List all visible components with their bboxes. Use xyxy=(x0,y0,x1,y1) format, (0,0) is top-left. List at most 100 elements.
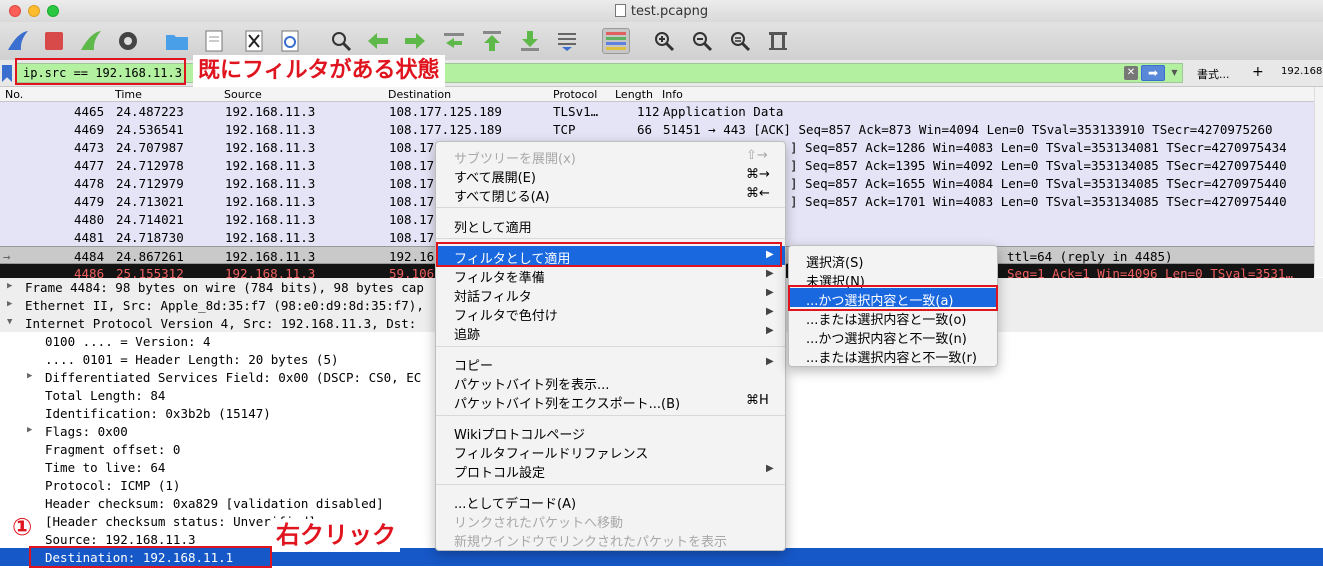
go-to-packet-button[interactable] xyxy=(440,28,468,54)
colorize-icon xyxy=(606,32,626,50)
filter-highlight-box xyxy=(15,58,186,85)
filter-annotation-text: 既にフィルタがある状態 xyxy=(198,58,440,83)
window-title: test.pcapng xyxy=(0,4,1323,19)
menu-item-collapse-all[interactable]: すべて閉じる(A) ⌘← xyxy=(436,184,785,205)
packet-row[interactable]: 4465 24.487223 192.168.11.3 108.177.125.189… xyxy=(0,102,1314,120)
save-file-button[interactable] xyxy=(200,28,228,54)
apply-filter-button[interactable]: ➡ xyxy=(1141,65,1165,81)
step-number-label: ① xyxy=(10,512,35,542)
autoscroll-button[interactable] xyxy=(553,28,581,54)
menu-item-expand-subtree[interactable]: サブツリーを展開(x) ⇧→ xyxy=(436,146,785,167)
submenu-item-and-not-selected[interactable]: ...かつ選択内容と不一致(n) xyxy=(789,326,997,347)
go-forward-button[interactable] xyxy=(401,28,429,54)
first-packet-button[interactable] xyxy=(478,28,506,54)
menu-item-protocol-preferences[interactable]: プロトコル設定 ▶ xyxy=(436,460,785,481)
gear-icon xyxy=(119,32,137,50)
context-menu: サブツリーを展開(x) ⇧→ すべて展開(E) ⌘→ すべて閉じる(A) ⌘← 列とし… xyxy=(435,141,786,551)
menu-item-show-linked-packet-in-new-window[interactable]: 新規ウインドウでリンクされたパケットを表示 xyxy=(436,529,785,550)
filter-annotation-label: 既にフィルタがある状態 xyxy=(193,55,445,87)
document-icon xyxy=(614,4,626,17)
folder-icon xyxy=(166,35,188,50)
zoom-reset-button[interactable] xyxy=(726,28,754,54)
expand-arrow-icon[interactable]: ▶ xyxy=(27,371,32,381)
arrow-left-icon xyxy=(368,33,388,49)
capture-options-button[interactable] xyxy=(114,28,142,54)
col-source-header[interactable]: Source xyxy=(224,88,262,101)
expand-arrow-icon[interactable]: ▶ xyxy=(7,299,12,309)
request-arrow-icon: → xyxy=(3,249,11,264)
zoom-out-icon xyxy=(693,32,713,52)
clear-filter-icon[interactable]: ✕ xyxy=(1124,66,1138,80)
add-filter-button[interactable]: + xyxy=(1252,64,1264,80)
expand-arrow-icon[interactable]: ▶ xyxy=(7,281,12,291)
restart-fin-icon xyxy=(81,31,101,50)
and-selected-highlight-box xyxy=(788,285,998,311)
menu-item-copy[interactable]: コピー ▶ xyxy=(436,353,785,374)
stop-capture-button[interactable] xyxy=(40,28,68,54)
menu-item-wiki-protocol-page[interactable]: Wikiプロトコルページ xyxy=(436,422,785,443)
menu-item-expand-all[interactable]: すべて展開(E) ⌘→ xyxy=(436,165,785,186)
close-file-button[interactable] xyxy=(240,28,268,54)
col-no-header[interactable]: No. xyxy=(5,88,23,101)
packet-row[interactable]: 4469 24.536541 192.168.11.3 108.177.125.189… xyxy=(0,120,1314,138)
menu-item-colorize-with-filter[interactable]: フィルタで色付け ▶ xyxy=(436,303,785,324)
restart-capture-button[interactable] xyxy=(77,28,105,54)
collapse-arrow-icon[interactable]: ▼ xyxy=(7,317,12,327)
zoom-in-button[interactable] xyxy=(650,28,678,54)
arrow-right-icon xyxy=(405,33,425,49)
submenu-item-or-not-selected[interactable]: ...または選択内容と不一致(r) xyxy=(789,345,997,366)
menu-item-conversation-filter[interactable]: 対話フィルタ ▶ xyxy=(436,284,785,305)
menu-item-follow[interactable]: 追跡 ▶ xyxy=(436,322,785,343)
menu-item-decode-as[interactable]: ...としてデコード(A) xyxy=(436,491,785,512)
close-file-icon xyxy=(245,30,263,52)
menu-item-prepare-filter[interactable]: フィルタを準備 ▶ xyxy=(436,265,785,286)
filter-format-button[interactable]: 書式... xyxy=(1197,66,1230,82)
apply-as-filter-highlight-box xyxy=(436,242,782,267)
submenu-arrow-icon: ▶ xyxy=(766,306,774,317)
autoscroll-icon xyxy=(558,33,576,51)
expand-arrow-icon[interactable]: ▶ xyxy=(27,425,32,435)
right-click-annotation-text: 右クリック xyxy=(276,521,396,549)
col-info-header[interactable]: Info xyxy=(662,88,683,101)
col-destination-header[interactable]: Destination xyxy=(388,88,451,101)
file-icon xyxy=(205,30,223,52)
filter-history-dropdown[interactable]: ▼ xyxy=(1168,66,1181,80)
step-number-text: ① xyxy=(12,513,33,541)
col-time-header[interactable]: Time xyxy=(115,88,142,101)
filter-button-address[interactable]: 192.168. xyxy=(1281,66,1323,77)
menu-separator xyxy=(436,207,785,208)
zoom-reset-icon xyxy=(731,32,751,52)
display-filter-input[interactable]: ip.src == 192.168.11.3 xyxy=(16,63,1183,83)
stop-icon xyxy=(45,32,63,50)
submenu-arrow-icon: ▶ xyxy=(766,463,774,474)
jump-icon xyxy=(444,33,464,48)
col-protocol-header[interactable]: Protocol xyxy=(553,88,597,101)
find-packet-button[interactable] xyxy=(327,28,355,54)
submenu-arrow-icon: ▶ xyxy=(766,287,774,298)
menu-item-apply-as-column[interactable]: 列として適用 xyxy=(436,215,785,236)
menu-separator xyxy=(436,346,785,347)
bookmark-icon[interactable] xyxy=(2,65,12,82)
menu-item-filter-field-reference[interactable]: フィルタフィールドリファレンス xyxy=(436,441,785,462)
submenu-arrow-icon: ▶ xyxy=(766,325,774,336)
resize-columns-button[interactable] xyxy=(764,28,792,54)
submenu-arrow-icon: ▶ xyxy=(766,268,774,279)
open-file-button[interactable] xyxy=(163,28,191,54)
destination-highlight-box xyxy=(29,546,272,568)
last-packet-button[interactable] xyxy=(516,28,544,54)
search-icon xyxy=(332,32,352,52)
menu-item-show-packet-bytes[interactable]: パケットバイト列を表示... xyxy=(436,372,785,393)
go-back-button[interactable] xyxy=(364,28,392,54)
window-title-text: test.pcapng xyxy=(630,4,709,19)
start-capture-button[interactable] xyxy=(4,28,32,54)
menu-item-go-to-linked-packet[interactable]: リンクされたパケットへ移動 xyxy=(436,510,785,531)
submenu-item-selected[interactable]: 選択済(S) xyxy=(789,250,997,271)
menu-separator xyxy=(436,484,785,485)
zoom-out-button[interactable] xyxy=(688,28,716,54)
col-length-header[interactable]: Length xyxy=(615,88,653,101)
menu-item-export-packet-bytes[interactable]: パケットバイト列をエクスポート...(B) ⌘H xyxy=(436,391,785,412)
packet-list-scrollbar[interactable] xyxy=(1314,87,1323,277)
menu-separator xyxy=(436,415,785,416)
reload-file-button[interactable] xyxy=(277,28,305,54)
colorize-button[interactable] xyxy=(602,28,630,54)
